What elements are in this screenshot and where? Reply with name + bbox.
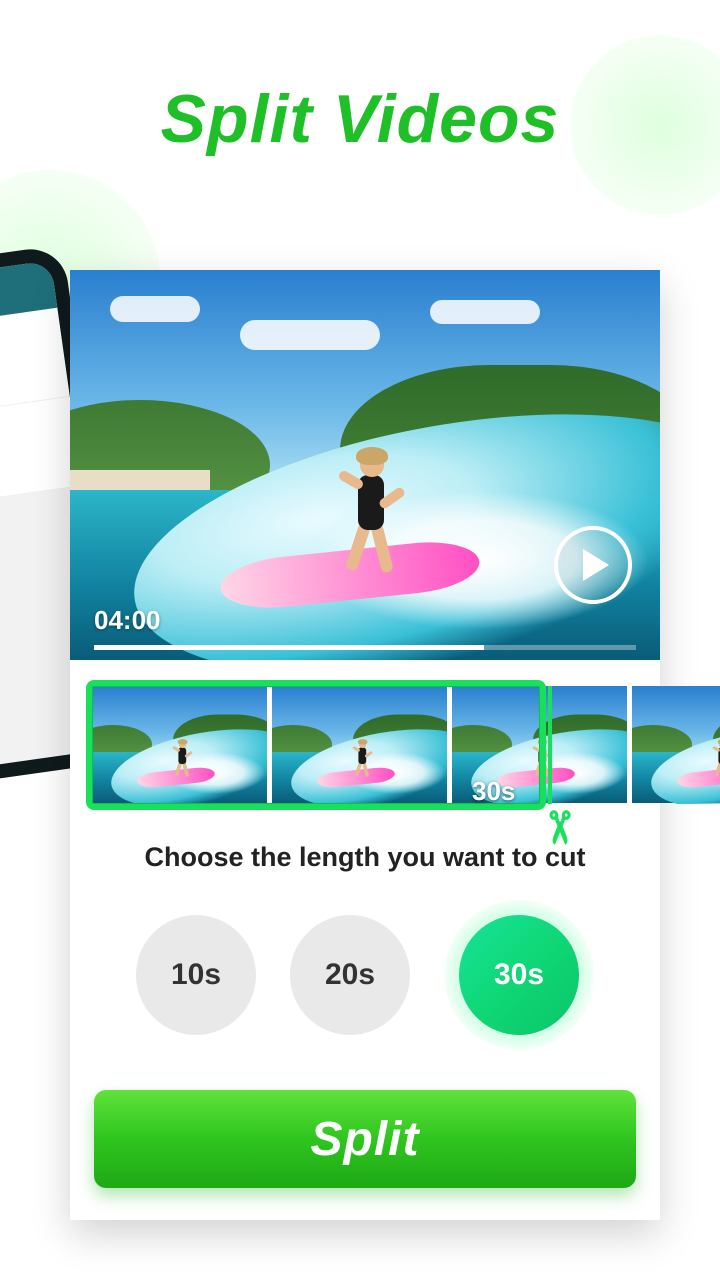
length-option-label: 30s — [459, 915, 579, 1035]
filmstrip-cut-line — [548, 686, 552, 804]
play-icon — [583, 549, 609, 581]
video-duration: 04:00 — [94, 605, 161, 636]
play-button[interactable] — [554, 526, 632, 604]
filmstrip-selection-label: 30s — [472, 776, 515, 807]
length-options: 10s 20s 30s — [70, 900, 660, 1050]
length-option-20s[interactable]: 20s — [290, 915, 410, 1035]
filmstrip-thumb — [632, 686, 720, 804]
length-option-30s[interactable]: 30s — [444, 900, 594, 1050]
app-card: 04:00 30s ✂ Choose the length you want t… — [70, 270, 660, 1220]
video-progress-fill — [94, 645, 484, 650]
video-preview[interactable]: 04:00 — [70, 270, 660, 660]
filmstrip[interactable]: 30s ✂ — [86, 680, 720, 820]
split-button[interactable]: Split — [94, 1090, 636, 1188]
choose-length-prompt: Choose the length you want to cut — [70, 842, 660, 873]
scissors-icon: ✂ — [533, 809, 584, 846]
page-title: Split Videos — [0, 80, 720, 158]
length-option-10s[interactable]: 10s — [136, 915, 256, 1035]
video-progress-track[interactable] — [94, 645, 636, 650]
